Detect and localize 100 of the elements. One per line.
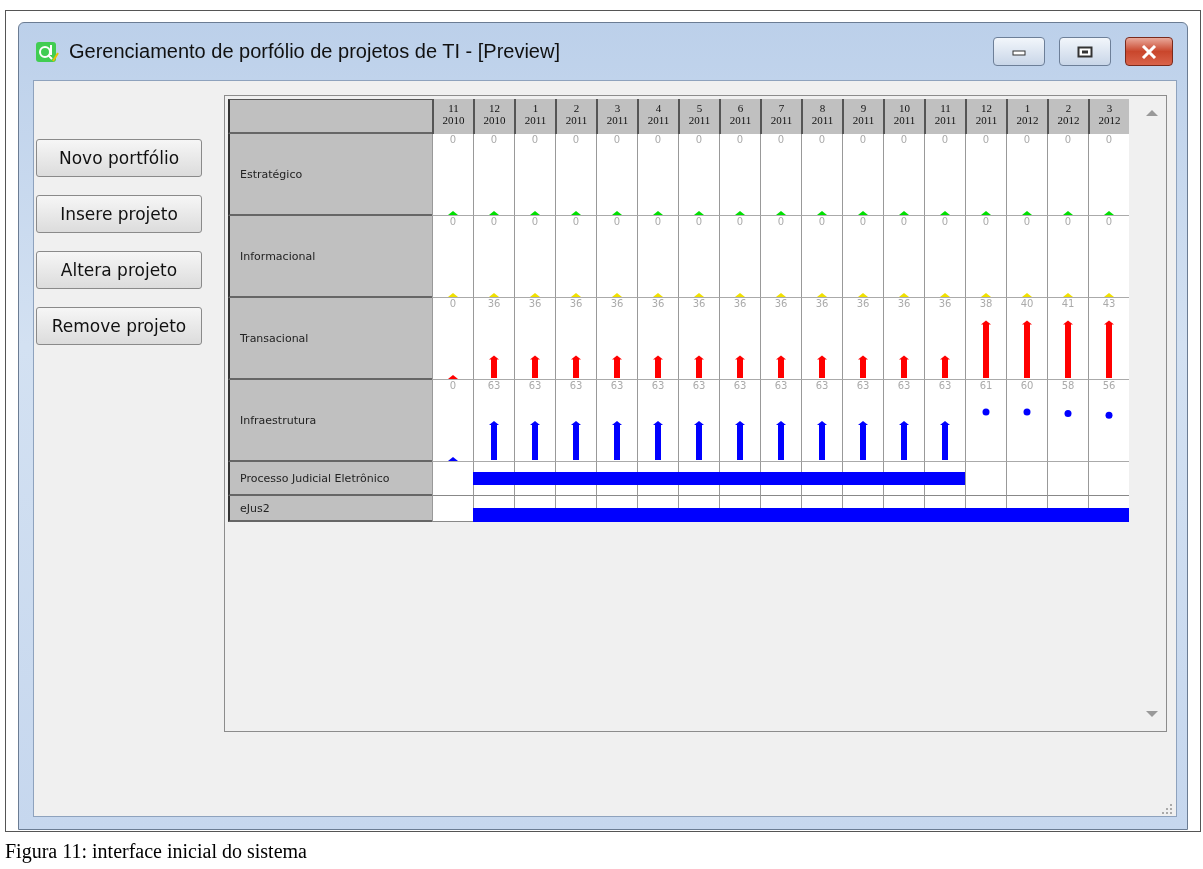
value-label: 0: [653, 134, 663, 145]
value-label: 0: [899, 216, 909, 227]
value-label: 0: [776, 134, 786, 145]
value-label: 0: [694, 134, 704, 145]
project-label: Processo Judicial Eletrônico: [228, 462, 432, 496]
month-header: 12 2011: [965, 99, 1006, 134]
value-label: 0: [612, 216, 622, 227]
maximize-button[interactable]: [1059, 37, 1111, 66]
value-label: 0: [1022, 134, 1032, 145]
value-label: 0: [899, 134, 909, 145]
value-label: 63: [691, 380, 707, 391]
value-label: 63: [732, 380, 748, 391]
month-header: 3 2011: [596, 99, 637, 134]
value-label: 36: [937, 298, 953, 309]
value-label: 0: [981, 216, 991, 227]
month-header: 12 2010: [473, 99, 514, 134]
value-label: 63: [937, 380, 953, 391]
close-button[interactable]: [1125, 37, 1173, 66]
value-label: 0: [1104, 216, 1114, 227]
gantt-bar-segment: [924, 472, 965, 485]
action-button[interactable]: Altera projeto: [36, 251, 202, 289]
category-label: Informacional: [228, 216, 432, 298]
value-label: 0: [981, 134, 991, 145]
value-label: 63: [855, 380, 871, 391]
minimize-button[interactable]: [993, 37, 1045, 66]
month-header: 1 2011: [514, 99, 555, 134]
value-label: 61: [978, 380, 994, 391]
value-label: 0: [448, 380, 458, 391]
value-label: 63: [568, 380, 584, 391]
month-header: 11 2011: [924, 99, 965, 134]
value-label: 56: [1101, 380, 1117, 391]
value-label: 0: [940, 134, 950, 145]
month-header: 2 2011: [555, 99, 596, 134]
value-label: 0: [530, 134, 540, 145]
value-label: 36: [732, 298, 748, 309]
month-header: 11 2010: [432, 99, 473, 134]
month-header: 9 2011: [842, 99, 883, 134]
value-label: 0: [571, 134, 581, 145]
value-label: 0: [694, 216, 704, 227]
value-label: 63: [486, 380, 502, 391]
month-header: 7 2011: [760, 99, 801, 134]
window-title: Gerenciamento de porfólio de projetos de TI - [Preview]: [69, 40, 561, 63]
action-button[interactable]: Novo portfólio: [36, 139, 202, 177]
value-label: 0: [858, 134, 868, 145]
value-label: 0: [448, 298, 458, 309]
value-label: 0: [612, 134, 622, 145]
value-label: 38: [978, 298, 994, 309]
value-label: 63: [814, 380, 830, 391]
value-label: 0: [817, 134, 827, 145]
project-label: eJus2: [228, 496, 432, 522]
value-label: 0: [489, 134, 499, 145]
value-label: 58: [1060, 380, 1076, 391]
value-label: 40: [1019, 298, 1035, 309]
value-label: 0: [653, 216, 663, 227]
value-label: 36: [691, 298, 707, 309]
value-label: 0: [858, 216, 868, 227]
value-label: 63: [527, 380, 543, 391]
value-label: 63: [609, 380, 625, 391]
scroll-down-icon[interactable]: [1146, 711, 1158, 718]
value-label: 0: [735, 216, 745, 227]
close-icon: [1141, 44, 1157, 59]
value-label: 0: [530, 216, 540, 227]
value-label: 36: [650, 298, 666, 309]
value-label: 36: [609, 298, 625, 309]
month-header: 10 2011: [883, 99, 924, 134]
app-logo-icon: [35, 40, 59, 63]
category-label: Transacional: [228, 298, 432, 380]
category-label: Estratégico: [228, 134, 432, 216]
value-label: 63: [896, 380, 912, 391]
minimize-icon: [1012, 47, 1026, 56]
value-label: 36: [855, 298, 871, 309]
value-label: 0: [817, 216, 827, 227]
value-label: 0: [735, 134, 745, 145]
value-label: 36: [814, 298, 830, 309]
gantt-bar-segment: [1088, 508, 1129, 522]
value-label: 0: [448, 134, 458, 145]
month-header: 6 2011: [719, 99, 760, 134]
resize-grip-icon[interactable]: [1161, 803, 1173, 815]
month-header: 3 2012: [1088, 99, 1129, 134]
figure-caption: Figura 11: interface inicial do sistema: [5, 840, 307, 862]
value-label: 63: [773, 380, 789, 391]
action-button[interactable]: Insere projeto: [36, 195, 202, 233]
gantt-bar-segment: [473, 508, 514, 522]
action-button[interactable]: Remove projeto: [36, 307, 202, 345]
value-label: 0: [489, 216, 499, 227]
scroll-up-icon[interactable]: [1146, 109, 1158, 116]
value-label: 0: [776, 216, 786, 227]
month-header: 5 2011: [678, 99, 719, 134]
restore-icon: [1077, 45, 1093, 58]
value-label: 0: [448, 216, 458, 227]
value-label: 36: [568, 298, 584, 309]
value-label: 36: [773, 298, 789, 309]
value-label: 60: [1019, 380, 1035, 391]
value-label: 0: [1104, 134, 1114, 145]
month-header: 8 2011: [801, 99, 842, 134]
value-label: 63: [650, 380, 666, 391]
gantt-bar-segment: [473, 472, 514, 485]
value-label: 36: [896, 298, 912, 309]
value-label: 43: [1101, 298, 1117, 309]
value-label: 0: [1022, 216, 1032, 227]
